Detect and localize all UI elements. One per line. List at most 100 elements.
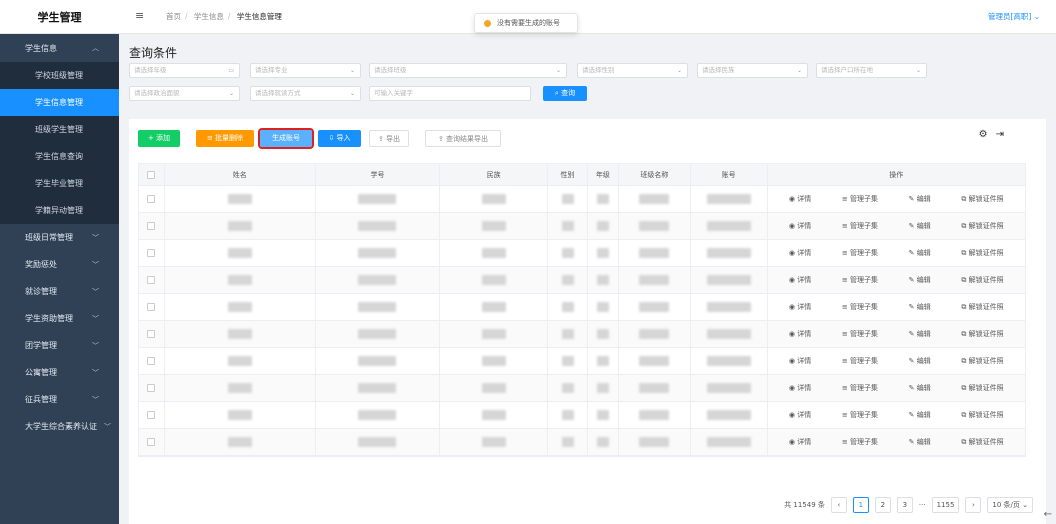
row-checkbox[interactable] [139,375,165,401]
detail-link[interactable]: ◉ 详情 [789,410,811,420]
sidebar-item-student-query[interactable]: 学生信息查询 [0,143,119,170]
detail-link[interactable]: ◉ 详情 [789,194,811,204]
export-icon[interactable]: ⇥ [996,129,1012,140]
hamburger-icon[interactable]: ≡ [135,9,144,22]
manage-subset-link[interactable]: ≡ 管理子集 [842,329,878,339]
detail-link[interactable]: ◉ 详情 [789,383,811,393]
keyword-input[interactable]: 可输入关键字 [369,86,531,101]
edit-link[interactable]: ✎ 编辑 [909,302,931,312]
breadcrumb-home[interactable]: 首页 [166,12,181,21]
prev-page-button[interactable]: ‹ [830,497,847,513]
gear-icon[interactable]: ⚙ [979,129,996,140]
query-export-button[interactable]: ⇪ 查询结果导出 [425,130,501,147]
manage-subset-link[interactable]: ≡ 管理子集 [842,437,878,447]
next-page-button[interactable]: › [965,497,982,513]
sidebar-item-daily[interactable]: 班级日常管理 ﹀ [0,224,119,251]
edit-link[interactable]: ✎ 编辑 [909,329,931,339]
row-checkbox[interactable] [139,186,165,212]
back-arrow-icon[interactable]: ← [1044,509,1052,520]
manage-subset-link[interactable]: ≡ 管理子集 [842,221,878,231]
sidebar-item-clinic[interactable]: 就诊管理 ﹀ [0,278,119,305]
unlock-photo-link[interactable]: ⧉ 解锁证件照 [961,275,1003,285]
sidebar-item-literacy[interactable]: 大学生综合素养认证 ﹀ [0,413,119,440]
generate-account-button[interactable]: 生成账号 [258,128,314,149]
class-select[interactable]: 请选择班级 ⌄ [369,63,567,78]
sidebar-item-aid[interactable]: 学生资助管理 ﹀ [0,305,119,332]
select-all-checkbox[interactable] [139,164,165,185]
hukou-select[interactable]: 请选择户口所在地 ⌄ [816,63,927,78]
row-checkbox[interactable] [139,348,165,374]
sidebar-item-conscription[interactable]: 征兵管理 ﹀ [0,386,119,413]
unlock-photo-link[interactable]: ⧉ 解锁证件照 [961,221,1003,231]
unlock-photo-link[interactable]: ⧉ 解锁证件照 [961,248,1003,258]
sidebar-item-student-info-mgmt[interactable]: 学生信息管理 [0,89,119,116]
edit-link[interactable]: ✎ 编辑 [909,194,931,204]
ethnicity-select[interactable]: 请选择民族 ⌄ [697,63,808,78]
sidebar-item-class-mgmt[interactable]: 学校班级管理 [0,62,119,89]
page-size-select[interactable]: 10 条/页 ⌄ [987,497,1033,513]
list-icon: ≡ [841,222,850,230]
sidebar-item-graduation[interactable]: 学生毕业管理 [0,170,119,197]
detail-link[interactable]: ◉ 详情 [789,437,811,447]
page-2[interactable]: 2 [874,497,891,513]
edit-link[interactable]: ✎ 编辑 [909,248,931,258]
detail-link[interactable]: ◉ 详情 [789,302,811,312]
unlock-photo-link[interactable]: ⧉ 解锁证件照 [961,356,1003,366]
row-checkbox[interactable] [139,321,165,347]
manage-subset-link[interactable]: ≡ 管理子集 [842,356,878,366]
sidebar-group-student-info[interactable]: 学生信息 ︿ [0,34,119,62]
redacted-cell [548,402,588,428]
sidebar-item-status-change[interactable]: 学籍异动管理 [0,197,119,224]
unlock-photo-link[interactable]: ⧉ 解锁证件照 [961,383,1003,393]
edit-link[interactable]: ✎ 编辑 [909,221,931,231]
sidebar-item-dorm[interactable]: 公寓管理 ﹀ [0,359,119,386]
political-select[interactable]: 请选择政治面貌 ⌄ [129,86,240,101]
sidebar-item-league[interactable]: 团学管理 ﹀ [0,332,119,359]
edit-link[interactable]: ✎ 编辑 [909,275,931,285]
sidebar-item-reward[interactable]: 奖励惩处 ﹀ [0,251,119,278]
export-button[interactable]: ⇪ 导出 [369,130,409,147]
manage-subset-link[interactable]: ≡ 管理子集 [842,302,878,312]
page-ellipsis[interactable]: ··· [919,501,926,509]
grade-select[interactable]: 请选择年级 ▭ [129,63,240,78]
unlock-photo-link[interactable]: ⧉ 解锁证件照 [961,437,1003,447]
row-checkbox[interactable] [139,267,165,293]
row-checkbox[interactable] [139,213,165,239]
row-checkbox[interactable] [139,240,165,266]
detail-link[interactable]: ◉ 详情 [789,329,811,339]
import-button[interactable]: ⇩ 导入 [318,130,361,147]
page-last[interactable]: 1155 [931,497,960,513]
row-checkbox[interactable] [139,429,165,455]
edit-link[interactable]: ✎ 编辑 [909,383,931,393]
manage-subset-link[interactable]: ≡ 管理子集 [842,410,878,420]
study-mode-select[interactable]: 请选择就读方式 ⌄ [250,86,361,101]
sidebar-item-class-student[interactable]: 班级学生管理 [0,116,119,143]
batch-delete-button[interactable]: ≡ 批量删除 [196,130,254,147]
row-checkbox[interactable] [139,402,165,428]
breadcrumb-student-info[interactable]: 学生信息 [194,12,224,21]
detail-link[interactable]: ◉ 详情 [789,248,811,258]
gender-placeholder: 请选择性别 [582,66,615,74]
manage-subset-link[interactable]: ≡ 管理子集 [842,194,878,204]
major-select[interactable]: 请选择专业 ⌄ [250,63,361,78]
unlock-photo-link[interactable]: ⧉ 解锁证件照 [961,302,1003,312]
user-menu[interactable]: 管理员[高职] ⌄ [988,11,1040,22]
edit-link[interactable]: ✎ 编辑 [909,410,931,420]
detail-link[interactable]: ◉ 详情 [789,275,811,285]
row-checkbox[interactable] [139,294,165,320]
unlock-photo-link[interactable]: ⧉ 解锁证件照 [961,410,1003,420]
manage-subset-link[interactable]: ≡ 管理子集 [842,275,878,285]
gender-select[interactable]: 请选择性别 ⌄ [577,63,688,78]
detail-link[interactable]: ◉ 详情 [789,221,811,231]
unlock-photo-link[interactable]: ⧉ 解锁证件照 [961,329,1003,339]
page-3[interactable]: 3 [896,497,913,513]
search-button[interactable]: ⌕ 查询 [543,86,587,101]
add-button[interactable]: + 添加 [138,130,180,147]
edit-link[interactable]: ✎ 编辑 [909,356,931,366]
manage-subset-link[interactable]: ≡ 管理子集 [842,383,878,393]
unlock-photo-link[interactable]: ⧉ 解锁证件照 [961,194,1003,204]
edit-link[interactable]: ✎ 编辑 [909,437,931,447]
detail-link[interactable]: ◉ 详情 [789,356,811,366]
manage-subset-link[interactable]: ≡ 管理子集 [842,248,878,258]
page-1[interactable]: 1 [852,497,869,513]
